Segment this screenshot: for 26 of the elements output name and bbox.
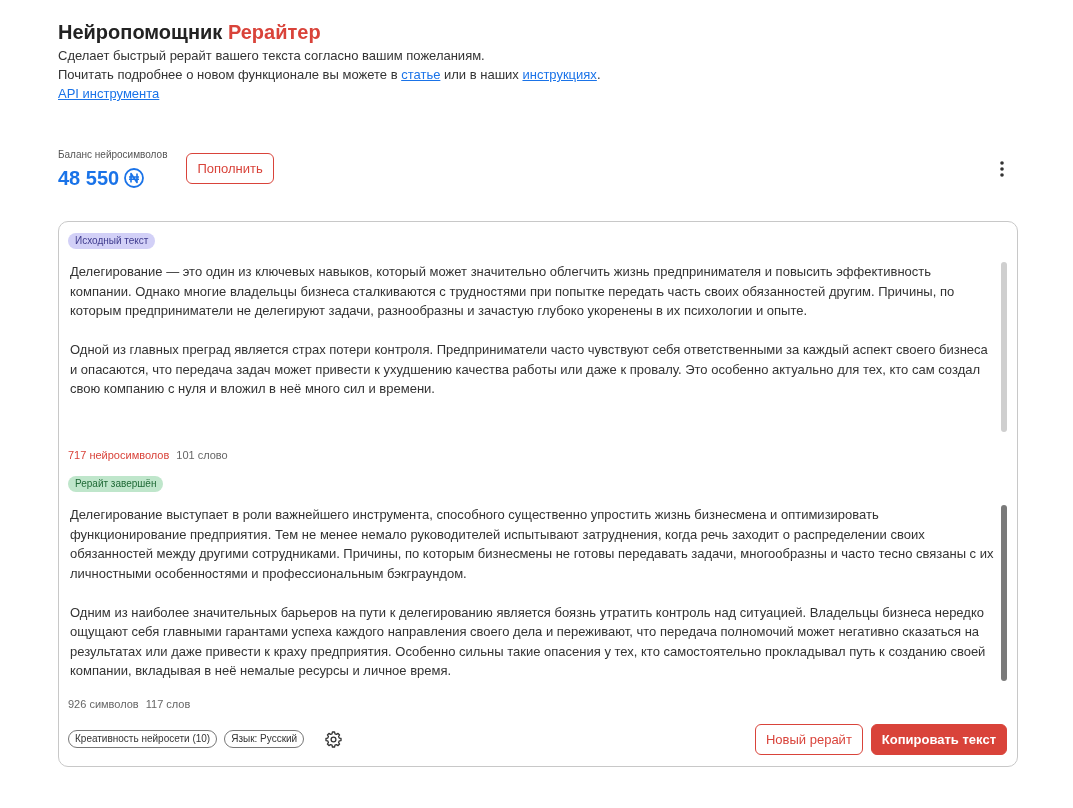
coin-icon <box>124 168 145 188</box>
new-rewrite-button[interactable]: Новый рерайт <box>754 723 863 755</box>
description-text: Сделает быстрый рерайт вашего текста согласно вашим пожеланиям. <box>58 47 486 65</box>
source-text-field[interactable]: Делегирование — это один из ключевых навыков, который может значительно облегчить жизнь предпринимателя и повысить эффективность компании. Однако многие владельцы бизнеса сталкиваются с трудностями при попытке передать часть своих обязанностей другим. Причины, по которым предприниматели не делегируют задачи, разнообразны и зачастую глубоко укоренены в их психологии и опыте. Одной из главных преград является страх потери контроля. Предприниматели часто чувствуют себя ответственными за каждый аспект своего бизнеса и опасаются, что передача задач может привести к ухудшению качества работы или даже к провалу. Это особенно актуально для тех, кто сам создал свою компанию с нуля и вложил в неё много сил и времени. <box>68 262 995 432</box>
api-link[interactable]: API инструмента <box>58 86 160 101</box>
inline-link[interactable]: инструкциях <box>522 67 597 82</box>
more-options-icon[interactable] <box>1000 160 1004 177</box>
scrollbar-thumb[interactable] <box>1001 262 1007 432</box>
count-text: 101 слово <box>176 448 228 463</box>
count-text: 117 слов <box>145 696 191 712</box>
balance-value: 48 550 <box>58 167 120 189</box>
info-text: Почитать подробнее о новом функционале вы можете в статье или в наших инструкциях. <box>58 66 602 84</box>
settings-icon[interactable] <box>325 730 343 748</box>
count-text: 717 нейросимволов <box>68 448 170 463</box>
result-text-area: Делегирование выступает в роли важнейшего инструмента, способного существенно упростить жизнь бизнесмена и оптимизировать функционирование предприятия. Тем не менее немало руководителей испытывают затруднения, когда речь заходит о распределении своих обязанностей между другими сотрудниками. Причины, по которым бизнесмены не готовы передавать задачи, многообразны и часто тесно связаны с их личностными особенностями и профессиональным бэкграундом. Одним из наиболее значительных барьеров на пути к делегированию является боязнь утратить контроль над ситуацией. Владельцы бизнеса нередко ощущают себя главными гарантами успеха каждого направления своего дела и переживают, что передача полномочий может негативно сказаться на результатах или даже привести к краху предприятия. Особенно сильны такие опасения у тех, кто самостоятельно прокладывал путь к созданию своей компании, вкладывая в неё немалые ресурсы и личное время. <box>68 505 995 681</box>
scrollbar-thumb[interactable] <box>1001 505 1007 681</box>
status-badge: Рерайт завершён <box>68 476 164 492</box>
count-text: 926 символов <box>68 696 139 712</box>
inline-link[interactable]: статье <box>401 67 441 82</box>
setting-chip[interactable]: Язык: Русский <box>224 730 305 748</box>
copy-text-button[interactable]: Копировать текст <box>870 723 1007 755</box>
top-up-button[interactable]: Пополнить <box>186 153 274 184</box>
page-title: Нейропомощник Рерайтер <box>58 20 322 44</box>
balance-label: Баланс нейросимволов <box>58 148 168 162</box>
setting-chip[interactable]: Креативность нейросети (10) <box>68 730 218 748</box>
status-badge: Исходный текст <box>68 233 156 249</box>
